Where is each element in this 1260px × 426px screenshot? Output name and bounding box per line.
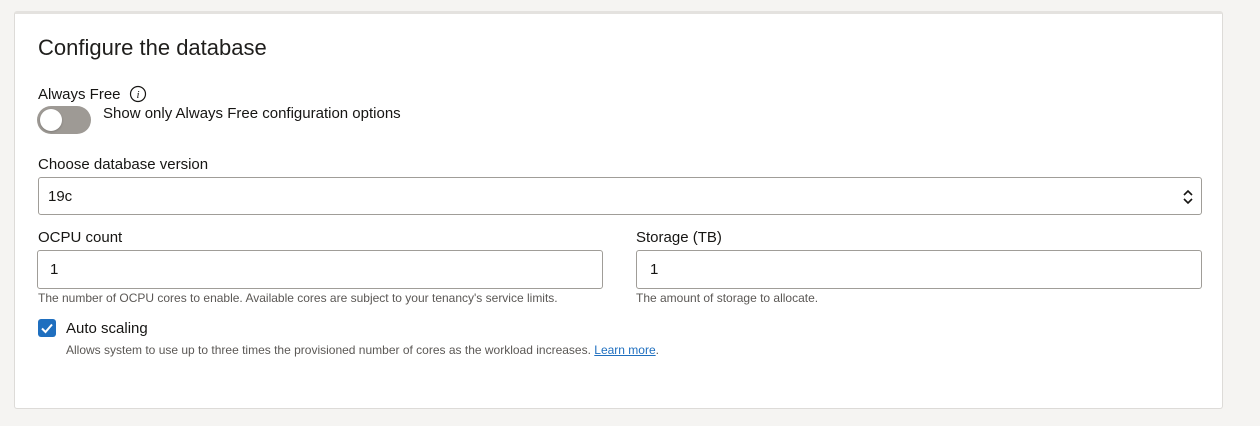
- ocpu-count-input[interactable]: 1: [37, 250, 603, 289]
- always-free-toggle[interactable]: [37, 106, 91, 134]
- auto-scaling-hint: Allows system to use up to three times t…: [66, 343, 659, 357]
- auto-scaling-hint-text: Allows system to use up to three times t…: [66, 343, 591, 357]
- storage-label: Storage (TB): [636, 229, 722, 246]
- ocpu-count-hint: The number of OCPU cores to enable. Avai…: [38, 291, 558, 305]
- chevron-up-down-icon: [1181, 187, 1195, 207]
- auto-scaling-checkbox[interactable]: [38, 319, 56, 337]
- learn-more-link[interactable]: Learn more: [594, 343, 655, 357]
- ocpu-count-value: 1: [50, 261, 59, 278]
- configure-database-panel: Configure the database Always Free i Sho…: [14, 11, 1223, 409]
- storage-value: 1: [650, 261, 659, 278]
- checkmark-icon: [41, 323, 53, 334]
- always-free-label: Always Free: [38, 85, 121, 103]
- ocpu-count-label: OCPU count: [38, 229, 123, 246]
- section-title: Configure the database: [38, 35, 267, 60]
- storage-hint: The amount of storage to allocate.: [636, 291, 819, 305]
- toggle-knob: [40, 109, 62, 131]
- db-version-select[interactable]: 19c: [38, 177, 1202, 215]
- storage-input[interactable]: 1: [636, 250, 1202, 289]
- auto-scaling-label: Auto scaling: [66, 320, 148, 337]
- auto-scaling-hint-end: .: [655, 343, 659, 357]
- always-free-label-row: Always Free i: [38, 85, 147, 103]
- always-free-toggle-label: Show only Always Free configuration opti…: [103, 105, 401, 122]
- info-icon[interactable]: i: [129, 85, 147, 103]
- db-version-value: 19c: [48, 188, 73, 205]
- db-version-label: Choose database version: [38, 156, 209, 173]
- svg-text:i: i: [136, 89, 139, 101]
